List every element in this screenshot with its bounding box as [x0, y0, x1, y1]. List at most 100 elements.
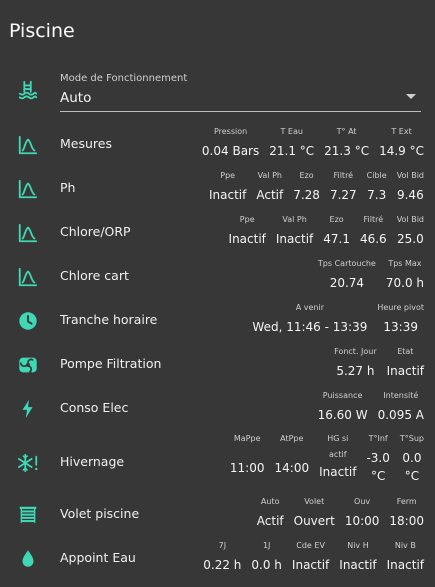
attribute: MaPpe 11:00 [230, 434, 265, 484]
attribute-value-secondary: °C [370, 469, 386, 483]
entity-attributes: Tps Cartouche 20.74 Tps Max 70.0 h [318, 259, 424, 291]
entity-name[interactable]: Pompe Filtration [60, 356, 161, 371]
entity-name[interactable]: Ph [60, 180, 75, 195]
attribute-label: Niv B [394, 541, 416, 550]
attribute-value: 14.9 °C [379, 144, 424, 158]
attribute: Filtré 46.6 [360, 215, 387, 247]
attribute-value: 0.22 h [203, 558, 242, 572]
attribute-label: Tps Cartouche [317, 259, 376, 268]
attribute: Val Ph Inactif [276, 215, 313, 247]
entity-name[interactable]: Volet piscine [60, 506, 139, 521]
attribute-label: T Ext [391, 127, 412, 136]
pool-icon [17, 79, 39, 101]
attribute-label: Vol Bid [396, 215, 424, 224]
attribute-value: Inactif [339, 558, 377, 572]
chart-bell-icon [17, 266, 39, 288]
entity-attributes: Auto Actif Volet Ouvert Ouv 10:00 Ferm 18:00 [257, 497, 424, 529]
attribute-value: 5.27 h [336, 364, 375, 378]
attribute-label: Intensité [383, 391, 419, 400]
attribute: 1J 0.0 h [251, 541, 282, 573]
attribute: A venir Wed, 11:46 - 13:39 [252, 303, 367, 335]
attribute-label: Auto [260, 497, 280, 506]
attribute: T°Inf -3.0 °C [366, 434, 389, 484]
attribute: Filtré 7.27 [330, 171, 357, 203]
attribute-label: AtPpe [280, 434, 304, 443]
attribute-value-secondary: Inactif [319, 465, 357, 479]
entity-row-mesures[interactable]: Mesures Pression 0.04 Bars T Eau 21.1 °C T° A… [0, 127, 435, 171]
attribute-label: Pression [213, 127, 248, 136]
attribute-value: Inactif [386, 364, 424, 378]
attribute-value: 18:00 [389, 514, 424, 528]
entity-name[interactable]: Mesures [60, 136, 112, 151]
attribute-label: T°Inf [368, 434, 388, 443]
mode-select[interactable]: Mode de Fonctionnement Auto [60, 73, 421, 112]
attribute: HG si actif Inactif [319, 434, 356, 484]
entity-name[interactable]: Appoint Eau [60, 550, 136, 565]
attribute-label: 1J [262, 541, 271, 550]
attribute-value: Inactif [209, 188, 247, 202]
entity-row-chlore-orp[interactable]: Chlore/ORP Ppe Inactif Val Ph Inactif Ezo 47.1… [0, 215, 435, 259]
entity-name[interactable]: Hivernage [60, 454, 124, 469]
attribute-label: Puissance [322, 391, 363, 400]
attribute-value: 47.1 [323, 232, 350, 246]
attribute-value: Inactif [386, 558, 424, 572]
pump-icon [17, 354, 39, 376]
snowflake-alert-icon [17, 452, 39, 474]
attribute-value: 13:39 [383, 320, 418, 334]
attribute: Volet Ouvert [294, 497, 335, 529]
entity-row-hivernage[interactable]: Hivernage MaPpe 11:00 AtPpe 14:00 HG si actif I… [0, 434, 435, 488]
attribute-label: Filtré [333, 171, 354, 180]
attribute-label: Tps Max [388, 259, 422, 268]
attribute-label: A venir [295, 303, 325, 312]
attribute-label: Val Ph [257, 171, 282, 180]
water-drop-icon [17, 548, 39, 570]
attribute-value: Actif [256, 514, 284, 528]
attribute-label: Volet [304, 497, 325, 506]
entity-row-chlore-cart[interactable]: Chlore cart Tps Cartouche 20.74 Tps Max 70.0… [0, 259, 435, 303]
attribute-value: 16.60 W [317, 408, 368, 422]
attribute-label: T°Sup [399, 434, 424, 443]
attribute-value: 20.74 [329, 276, 365, 290]
attribute-value: Actif [256, 188, 284, 202]
attribute-value: 0.095 A [377, 408, 424, 422]
entity-row-volet-piscine[interactable]: Volet piscine Auto Actif Volet Ouvert Ouv 10:0… [0, 497, 435, 541]
mode-select-value: Auto [60, 90, 92, 106]
attribute-label: Ouv [354, 497, 371, 506]
entity-name[interactable]: Chlore/ORP [60, 224, 131, 239]
attribute: Ouv 10:00 [345, 497, 380, 529]
attribute-value: 21.3 °C [324, 144, 370, 158]
attribute-label: Ezo [329, 215, 344, 224]
attribute-value: 7.28 [293, 188, 320, 202]
entity-attributes: Ppe Inactif Val Ph Inactif Ezo 47.1 Filtré 46.6… [229, 215, 424, 247]
entity-row-conso-elec[interactable]: Conso Elec Puissance 16.60 W Intensité 0.095… [0, 391, 435, 435]
chart-bell-icon [17, 134, 39, 156]
entity-name[interactable]: Conso Elec [60, 400, 128, 415]
attribute-label: 7J [218, 541, 227, 550]
attribute: T Eau 21.1 °C [269, 127, 314, 159]
entity-row-pompe-filtration[interactable]: Pompe Filtration Fonct. Jour 5.27 h Etat Ina… [0, 347, 435, 391]
attribute: Cde EV Inactif [292, 541, 329, 573]
attribute: Ppe Inactif [209, 171, 246, 203]
attribute: Auto Actif [257, 497, 284, 529]
attribute: Cible 7.3 [367, 171, 387, 203]
attribute-label: HG si [327, 434, 349, 443]
attribute: T°Sup 0.0 °C [400, 434, 424, 484]
chart-bell-icon [17, 178, 39, 200]
entity-name[interactable]: Tranche horaire [60, 312, 157, 327]
attribute-value: Wed, 11:46 - 13:39 [252, 320, 368, 334]
entity-name[interactable]: Chlore cart [60, 268, 129, 283]
attribute-value: Inactif [291, 558, 330, 572]
attribute-value: Ouvert [293, 514, 335, 528]
dropdown-arrow-icon[interactable] [406, 94, 416, 99]
attribute-value: 0.0 [402, 451, 422, 465]
attribute: Etat Inactif [387, 347, 424, 379]
entity-row-ph[interactable]: Ph Ppe Inactif Val Ph Actif Ezo 7.28 Filtré 7.27… [0, 171, 435, 215]
attribute: Heure pivot 13:39 [377, 303, 424, 335]
attribute-value: 11:00 [229, 461, 265, 475]
attribute: Pression 0.04 Bars [202, 127, 259, 159]
attribute-value: 7.27 [329, 188, 357, 202]
entity-attributes: MaPpe 11:00 AtPpe 14:00 HG si actif Inactif T°I… [230, 434, 424, 484]
entity-row-appoint-eau[interactable]: Appoint Eau 7J 0.22 h 1J 0.0 h Cde EV Inactif N… [0, 541, 435, 585]
attribute-label: T Eau [280, 127, 303, 136]
entity-row-tranche-horaire[interactable]: Tranche horaire A venir Wed, 11:46 - 13:39… [0, 303, 435, 347]
